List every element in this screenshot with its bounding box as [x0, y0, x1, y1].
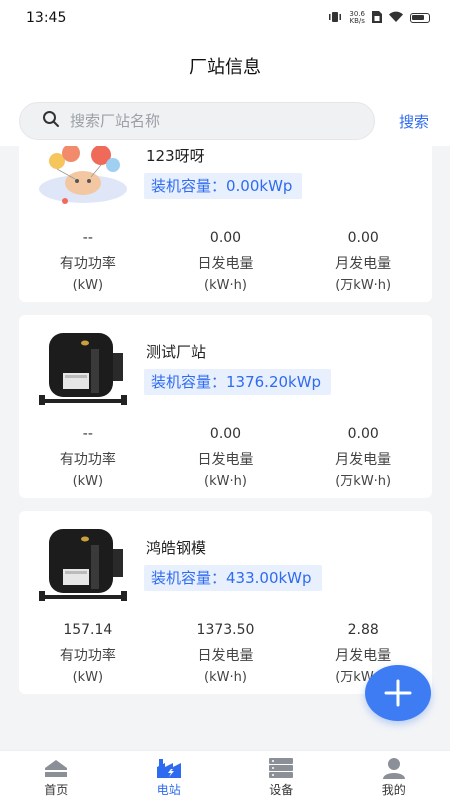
capacity-badge: 装机容量：433.00kWp [144, 565, 322, 591]
factory-icon [155, 757, 183, 779]
stat-daily-energy: 1373.50 日发电量 (kW·h) [157, 619, 295, 689]
tab-plants[interactable]: 电站 [113, 751, 226, 800]
status-bar: 13:45 30.6 KB/s [0, 0, 450, 36]
plant-card[interactable]: 测试厂站 装机容量：1376.20kWp -- 有功功率 (kW) 0.00 日… [19, 315, 432, 498]
search-button[interactable]: 搜索 [399, 111, 429, 132]
stat-unit: (kW·h) [204, 278, 247, 293]
battery-icon [410, 13, 430, 23]
stat-label: 有功功率 [59, 648, 116, 664]
stat-value: 0.00 [347, 230, 379, 246]
stat-value: -- [82, 230, 93, 246]
plant-name: 鸿皓钢模 [146, 539, 207, 557]
tab-label: 首页 [44, 783, 69, 797]
search-icon [42, 110, 60, 132]
stat-unit: (万kW·h) [335, 474, 392, 489]
vibrate-icon [328, 11, 342, 25]
page-title: 厂站信息 [189, 57, 261, 78]
stat-active-power: -- 有功功率 (kW) [19, 227, 157, 297]
capacity-badge: 装机容量：0.00kWp [144, 173, 303, 199]
plant-name: 123呀呀 [146, 147, 205, 165]
stat-value: 0.00 [209, 426, 242, 442]
stat-label: 日发电量 [197, 256, 254, 272]
net-speed: 30.6 KB/s [349, 10, 365, 25]
inverter-device-icon [39, 529, 127, 601]
stat-daily-energy: 0.00 日发电量 (kW·h) [157, 227, 295, 297]
status-icons: 30.6 KB/s [328, 10, 430, 26]
stat-value: 1373.50 [196, 622, 255, 638]
plant-list[interactable]: 123呀呀 装机容量：0.00kWp -- 有功功率 (kW) 0.00 日发电… [0, 146, 450, 750]
stat-unit: (kW) [72, 670, 104, 685]
capacity-badge: 装机容量：1376.20kWp [144, 369, 332, 395]
tab-home[interactable]: 首页 [0, 751, 113, 800]
sim-icon [372, 10, 382, 26]
plant-image [35, 523, 131, 603]
balloon-illustration-icon [39, 146, 127, 204]
plant-image [35, 327, 131, 407]
stat-label: 月发电量 [335, 648, 392, 664]
tab-label: 设备 [269, 783, 294, 797]
plant-stats: -- 有功功率 (kW) 0.00 日发电量 (kW·h) 0.00 月发电量 … [19, 423, 432, 493]
stat-unit: (kW) [72, 474, 104, 489]
stat-unit: (kW) [72, 278, 104, 293]
tab-profile[interactable]: 我的 [338, 751, 450, 800]
stat-value: 2.88 [347, 622, 379, 638]
search-row: 搜索 [0, 96, 450, 146]
stat-label: 有功功率 [59, 256, 116, 272]
plant-name: 测试厂站 [146, 343, 207, 361]
tab-devices[interactable]: 设备 [225, 751, 338, 800]
stat-value: -- [82, 426, 93, 442]
stat-monthly-energy: 0.00 月发电量 (万kW·h) [294, 423, 432, 493]
stat-monthly-energy: 0.00 月发电量 (万kW·h) [294, 227, 432, 297]
stat-unit: (万kW·h) [335, 278, 392, 293]
bottom-tab-bar: 首页 电站 设备 我的 [0, 750, 450, 800]
plant-image [35, 146, 131, 211]
search-box[interactable] [19, 102, 375, 140]
stat-unit: (kW·h) [204, 474, 247, 489]
stat-label: 日发电量 [197, 452, 254, 468]
tab-label: 我的 [381, 783, 406, 797]
stat-value: 157.14 [63, 622, 113, 638]
plant-stats: -- 有功功率 (kW) 0.00 日发电量 (kW·h) 0.00 月发电量 … [19, 227, 432, 297]
plus-icon [384, 679, 412, 707]
server-icon [267, 757, 295, 779]
stat-active-power: 157.14 有功功率 (kW) [19, 619, 157, 689]
plant-card[interactable]: 123呀呀 装机容量：0.00kWp -- 有功功率 (kW) 0.00 日发电… [19, 146, 432, 302]
search-input[interactable] [70, 112, 320, 130]
tab-label: 电站 [156, 783, 181, 797]
add-plant-button[interactable] [365, 665, 431, 721]
stat-value: 0.00 [347, 426, 379, 442]
user-icon [380, 757, 408, 779]
stat-value: 0.00 [209, 230, 242, 246]
stat-label: 月发电量 [335, 256, 392, 272]
plant-card[interactable]: 鸿皓钢模 装机容量：433.00kWp 157.14 有功功率 (kW) 137… [19, 511, 432, 694]
stat-unit: (kW·h) [204, 670, 247, 685]
stat-label: 日发电量 [197, 648, 254, 664]
stat-active-power: -- 有功功率 (kW) [19, 423, 157, 493]
stat-label: 有功功率 [59, 452, 116, 468]
page-header: 厂站信息 [0, 36, 450, 96]
stat-daily-energy: 0.00 日发电量 (kW·h) [157, 423, 295, 493]
status-time: 13:45 [26, 10, 67, 26]
stat-label: 月发电量 [335, 452, 392, 468]
inverter-device-icon [39, 333, 127, 405]
wifi-icon [389, 11, 403, 25]
home-icon [42, 757, 70, 779]
